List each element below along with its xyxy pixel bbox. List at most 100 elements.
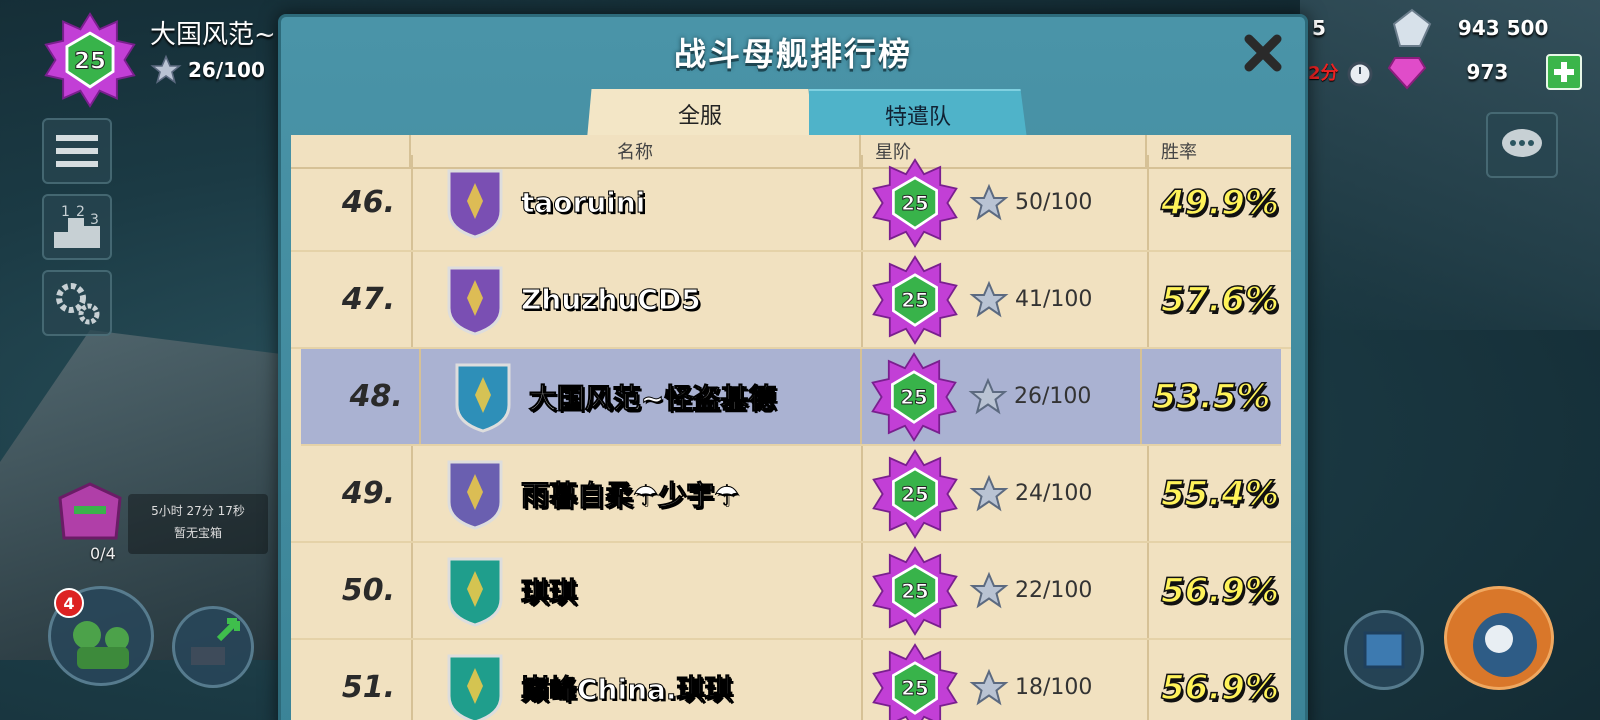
- svg-text:25: 25: [901, 192, 929, 215]
- row-player-name: ZhuzhuCD5: [521, 283, 702, 317]
- sword-shield-icon: [455, 363, 511, 433]
- row-name-cell: 雨暮自柔☂少宇☂: [411, 446, 861, 541]
- row-win-rate: 56.9%: [1160, 667, 1279, 709]
- row-win-rate-cell: 49.9%: [1147, 155, 1291, 250]
- hamburger-icon: [56, 135, 98, 167]
- row-rank: 51.: [341, 670, 395, 705]
- upgrade-button[interactable]: [172, 606, 254, 688]
- level-25-badge-icon: 25: [872, 448, 958, 539]
- row-rank-tier-cell: 25 26/100: [859, 349, 1140, 444]
- level-25-badge-icon: 25: [872, 545, 958, 636]
- svg-text:25: 25: [901, 580, 929, 603]
- table-rows: 46. taoruini 25 50/100 49.9% 47. ZhuzhuC…: [291, 155, 1291, 720]
- settings-button[interactable]: [42, 270, 112, 336]
- short-timer: 2分: [1308, 63, 1339, 84]
- building-icon: [1363, 631, 1405, 669]
- close-icon: [1244, 34, 1282, 72]
- star-icon: [969, 668, 1009, 705]
- attack-button[interactable]: [1444, 586, 1554, 690]
- row-rank-tier-cell: 25 24/100: [861, 446, 1147, 541]
- star-icon: [969, 474, 1009, 511]
- row-win-rate: 56.9%: [1160, 570, 1279, 612]
- svg-text:25: 25: [900, 386, 928, 409]
- row-name-cell: taoruini: [411, 155, 861, 250]
- plus-icon: [1554, 62, 1575, 82]
- row-rank: 47.: [341, 282, 395, 317]
- row-win-rate: 55.4%: [1160, 473, 1279, 515]
- upgrade-cannon-icon: [191, 618, 240, 665]
- svg-text:25: 25: [901, 483, 929, 506]
- player-xp-text: 26/100: [188, 58, 265, 82]
- chat-bubble-icon: [1502, 129, 1542, 157]
- row-player-name: 雨暮自柔☂少宇☂: [520, 478, 740, 512]
- table-row-current-player[interactable]: 48. 大国风范~怪盗基德 25 26/100 53.5%: [301, 349, 1281, 446]
- tab-taskforce[interactable]: 特遣队: [809, 89, 1027, 139]
- chat-button[interactable]: [1486, 112, 1558, 178]
- player-name: 大国风范~: [150, 20, 276, 50]
- treasure-chest-icon[interactable]: [50, 478, 130, 548]
- star-icon: [969, 571, 1009, 608]
- chest-count: 0/4: [90, 544, 116, 563]
- level-25-badge-icon: 25: [872, 254, 958, 345]
- bomb-icon: [1473, 613, 1537, 677]
- table-row[interactable]: 51. 巅峰China.琪琪 25 18/100 56.9%: [291, 640, 1291, 720]
- menu-button[interactable]: [42, 118, 112, 184]
- close-button[interactable]: [1241, 31, 1285, 75]
- row-win-rate-cell: 57.6%: [1147, 252, 1291, 347]
- level-25-badge-icon: 25: [872, 642, 958, 720]
- svg-text:1: 1: [61, 204, 70, 220]
- gem-icon: [1387, 57, 1426, 90]
- row-player-name: taoruini: [520, 186, 646, 220]
- resource-row-bottom: 2分 973: [1308, 52, 1600, 92]
- tab-global[interactable]: 全服: [587, 89, 813, 139]
- row-name-cell: 大国风范~怪盗基德: [418, 349, 860, 444]
- row-rank: 46.: [341, 185, 395, 220]
- svg-text:25: 25: [901, 677, 929, 700]
- table-row[interactable]: 50. 琪琪 25 22/100 56.9%: [291, 543, 1291, 640]
- table-row[interactable]: 49. 雨暮自柔☂少宇☂ 25 24/100 55.4%: [291, 446, 1291, 543]
- tab-global-label: 全服: [677, 104, 722, 129]
- leaderboard-button[interactable]: 1 2 3: [42, 194, 112, 260]
- row-win-rate-cell: 53.5%: [1140, 349, 1281, 444]
- dragon-shield-icon: [447, 169, 503, 239]
- row-win-rate: 53.5%: [1152, 376, 1271, 418]
- resource-row-top: 5 943 500: [1308, 8, 1600, 47]
- add-gems-button[interactable]: [1546, 54, 1583, 90]
- panel-title: 战斗母舰排行榜: [673, 35, 912, 73]
- gears-icon: [56, 283, 100, 325]
- star-icon: [968, 377, 1008, 414]
- chest-timer: 5小时 27分 17秒: [151, 504, 245, 518]
- row-stars: 50/100: [1015, 190, 1093, 215]
- level-25-badge-icon: 25: [871, 351, 957, 442]
- tab-taskforce-label: 特遣队: [884, 105, 951, 130]
- row-stars: 41/100: [1015, 287, 1093, 312]
- player-xp: 26/100: [150, 54, 265, 86]
- headquarters-button[interactable]: [1344, 610, 1424, 690]
- row-stars: 26/100: [1013, 384, 1092, 409]
- diamond-resource-icon: [1392, 8, 1432, 47]
- table-row[interactable]: 47. ZhuzhuCD5 25 41/100 57.6%: [291, 252, 1291, 349]
- row-stars: 18/100: [1015, 675, 1093, 700]
- stopwatch-icon: [1347, 61, 1373, 87]
- table-row[interactable]: 46. taoruini 25 50/100 49.9%: [291, 155, 1291, 252]
- row-player-name: 巅峰China.琪琪: [521, 672, 734, 706]
- crossed-rifles-shield-icon: [447, 557, 503, 627]
- notification-badge: 4: [54, 588, 84, 618]
- podium-icon: 1 2 3: [54, 204, 100, 248]
- chest-timer-box: 5小时 27分 17秒 暂无宝箱: [128, 494, 268, 554]
- player-level-badge[interactable]: 25: [42, 12, 138, 108]
- level-25-badge-icon: 25: [872, 157, 958, 248]
- row-win-rate-cell: 56.9%: [1147, 640, 1291, 720]
- row-win-rate: 57.6%: [1160, 279, 1279, 321]
- star-icon: [969, 280, 1009, 317]
- svg-text:2: 2: [76, 204, 85, 220]
- row-stars: 22/100: [1015, 578, 1093, 603]
- row-player-name: 琪琪: [520, 575, 578, 609]
- row-name-cell: 巅峰China.琪琪: [411, 640, 861, 720]
- row-rank: 48.: [349, 379, 403, 414]
- leaderboard-table[interactable]: 名称 星阶 胜率 46. taoruini 25 50/100 49.9% 47…: [291, 135, 1291, 720]
- star-icon: [969, 183, 1009, 220]
- row-rank-tier-cell: 25 22/100: [861, 543, 1147, 638]
- row-rank-tier-cell: 25 41/100: [861, 252, 1147, 347]
- svg-text:25: 25: [74, 49, 106, 75]
